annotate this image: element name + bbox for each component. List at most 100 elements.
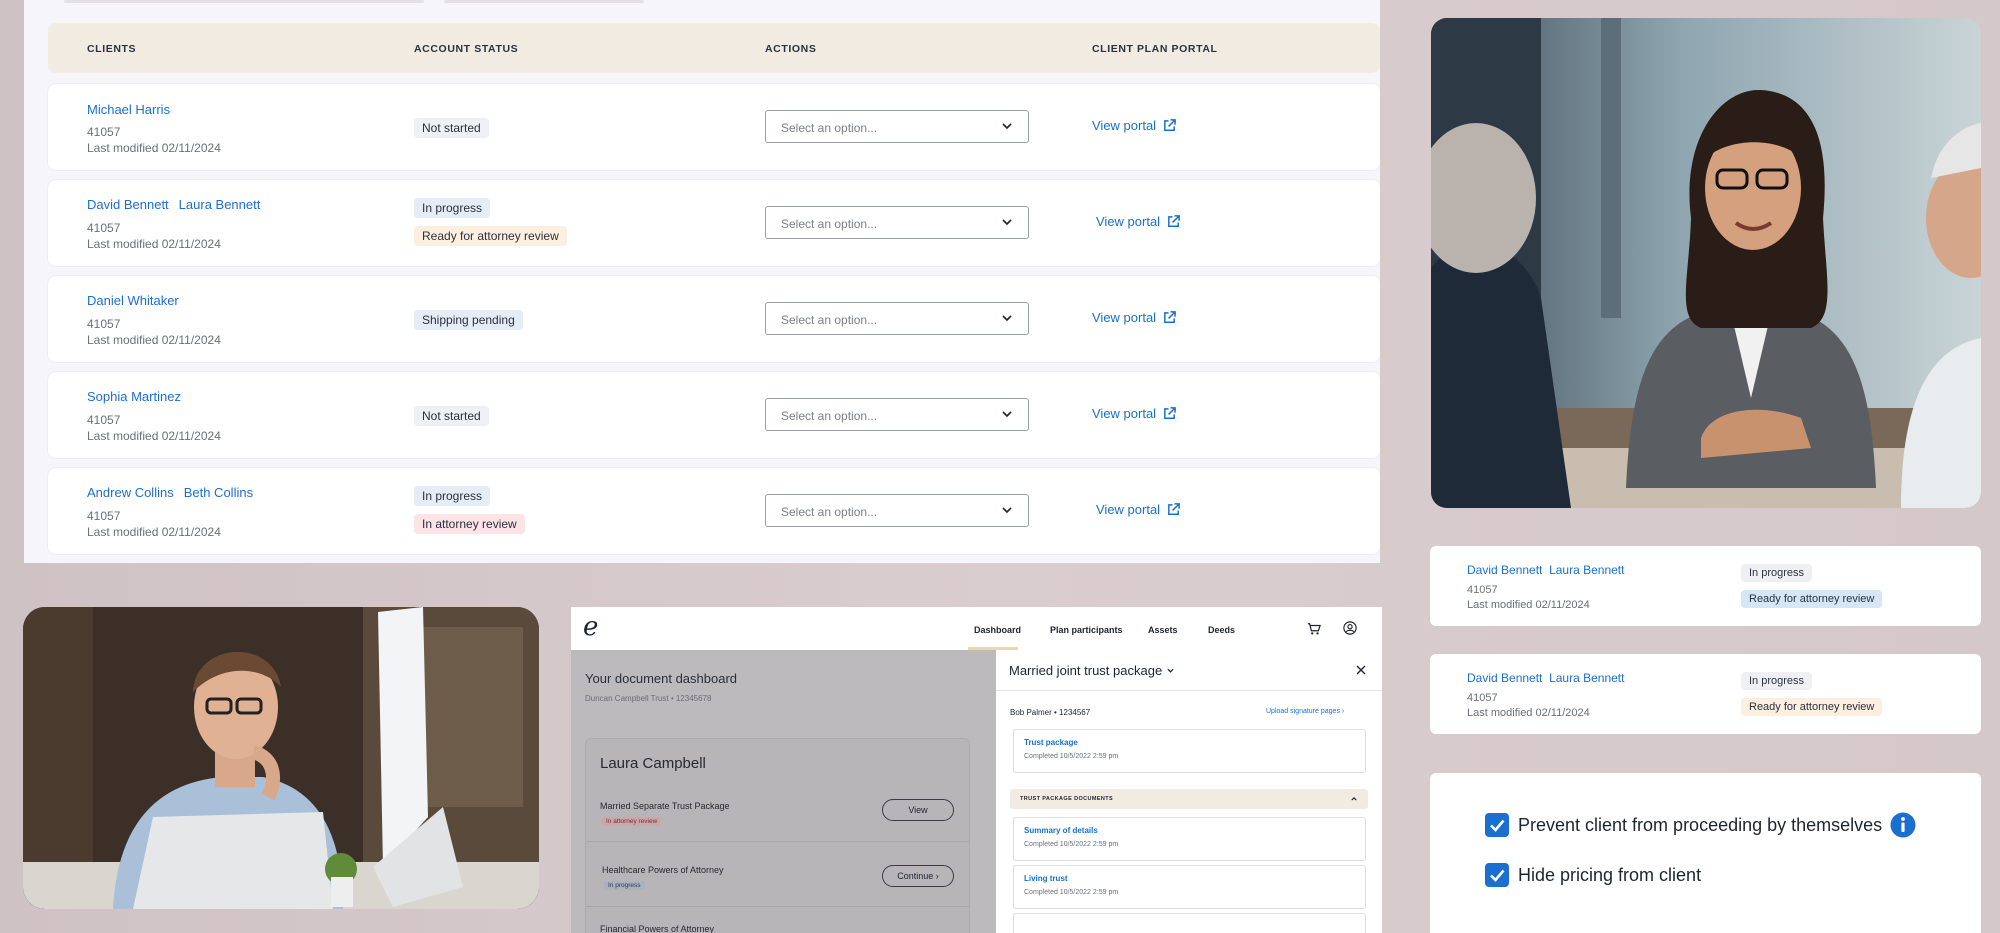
table-row: David Bennett Laura Bennett 41057 Last mo… (48, 180, 1380, 266)
document-status-badge: In progress (604, 881, 645, 890)
section-header[interactable]: TRUST PACKAGE DOCUMENTS (1010, 789, 1368, 809)
divider (996, 690, 1382, 691)
view-portal-link[interactable]: View portal (1092, 406, 1177, 421)
document-dashboard: e Dashboard Plan participants Assets Dee… (571, 607, 1382, 933)
chevron-down-icon (1002, 315, 1012, 322)
document-item-name: Married Separate Trust Package (600, 801, 730, 811)
table-row: Michael Harris 41057 Last modified 02/11… (48, 84, 1380, 170)
tab-underline (64, 0, 424, 3)
view-portal-link[interactable]: View portal (1096, 214, 1181, 229)
actions-select[interactable]: Select an option... (765, 494, 1029, 527)
document-item-name: Healthcare Powers of Attorney (602, 865, 724, 875)
header-clients: CLIENTS (87, 43, 137, 55)
tab-underline (444, 0, 644, 3)
last-modified: Last modified 02/11/2024 (87, 141, 221, 155)
client-name-link[interactable]: Beth Collins (184, 485, 253, 500)
computer-user-illustration (23, 607, 539, 909)
document-link[interactable]: Living trust (1024, 874, 1068, 883)
chevron-down-icon (1002, 123, 1012, 130)
dashboard-subtitle: Duncan Campbell Trust • 12345678 (585, 694, 712, 703)
meeting-photo (1431, 18, 1981, 508)
drawer-title[interactable]: Married joint trust package (1009, 663, 1175, 678)
nav-dashboard[interactable]: Dashboard (974, 625, 1021, 635)
client-name-link[interactable]: Laura Bennett (1549, 671, 1624, 685)
last-modified: Last modified 02/11/2024 (1467, 599, 1590, 611)
hide-pricing-checkbox[interactable] (1485, 863, 1509, 887)
table-row: Andrew Collins Beth Collins 41057 Last mo… (48, 468, 1380, 554)
checkmark-icon (1490, 819, 1505, 832)
client-name-link[interactable]: Daniel Whitaker (87, 293, 179, 308)
status-badge: In progress (414, 198, 491, 218)
external-link-icon (1168, 215, 1180, 227)
actions-select[interactable]: Select an option... (765, 206, 1029, 239)
top-nav: e Dashboard Plan participants Assets Dee… (571, 607, 1382, 651)
client-name-link[interactable]: David Bennett (1467, 671, 1542, 685)
actions-select[interactable]: Select an option... (765, 302, 1029, 335)
client-id: 41057 (87, 317, 121, 331)
document-card: Trust package Completed 10/5/2022 2:59 p… (1013, 729, 1366, 773)
client-names: Michael Harris (87, 102, 180, 117)
status-badge: Not started (414, 118, 489, 138)
header-actions: ACTIONS (765, 43, 817, 55)
cart-icon[interactable] (1307, 622, 1321, 636)
document-link[interactable]: Trust package (1024, 738, 1078, 747)
nav-deeds[interactable]: Deeds (1208, 625, 1235, 635)
prevent-proceeding-label: Prevent client from proceeding by themse… (1518, 815, 1883, 835)
checkmark-icon (1490, 869, 1505, 882)
client-name-link[interactable]: Laura Bennett (1549, 563, 1624, 577)
last-modified: Last modified 02/11/2024 (87, 333, 221, 347)
external-link-icon (1164, 311, 1176, 323)
client-id: 41057 (87, 509, 121, 523)
participant-label: Bob Palmer • 1234567 (1010, 708, 1091, 717)
external-link-icon (1168, 503, 1180, 515)
package-drawer: Married joint trust package Bob Palmer •… (996, 650, 1382, 933)
client-names: Andrew Collins Beth Collins (87, 485, 263, 500)
status-badge: Ready for attorney review (414, 226, 567, 246)
meeting-illustration (1431, 18, 1981, 508)
prevent-proceeding-checkbox[interactable] (1485, 813, 1509, 837)
status-badge: In progress (1741, 672, 1813, 690)
account-icon[interactable] (1343, 621, 1357, 635)
view-portal-link[interactable]: View portal (1092, 310, 1177, 325)
upload-signature-link[interactable]: Upload signature pages › (1266, 708, 1344, 715)
view-portal-link[interactable]: View portal (1092, 118, 1177, 133)
client-name-link[interactable]: Laura Bennett (179, 197, 261, 212)
actions-select[interactable]: Select an option... (765, 398, 1029, 431)
info-icon[interactable] (1890, 812, 1916, 838)
document-card: Summary of details Completed 10/5/2022 2… (1013, 817, 1366, 861)
client-name-link[interactable]: David Bennett (87, 197, 169, 212)
view-portal-link[interactable]: View portal (1096, 502, 1181, 517)
document-link[interactable]: Summary of details (1024, 826, 1098, 835)
client-names: Sophia Martinez (87, 389, 191, 404)
client-name: Laura Campbell (600, 755, 706, 772)
client-name-link[interactable]: Michael Harris (87, 102, 170, 117)
close-icon[interactable] (1356, 665, 1366, 675)
chevron-up-icon (1351, 797, 1357, 801)
client-id: 41057 (87, 221, 121, 235)
nav-plan-participants[interactable]: Plan participants (1050, 625, 1123, 635)
actions-select[interactable]: Select an option... (765, 110, 1029, 143)
view-button[interactable]: View (882, 799, 954, 821)
client-name-link[interactable]: Sophia Martinez (87, 389, 181, 404)
last-modified: Last modified 02/11/2024 (87, 525, 221, 539)
document-completed: Completed 10/5/2022 2:59 pm (1024, 841, 1119, 848)
client-settings-panel: Prevent client from proceeding by themse… (1430, 773, 1981, 933)
client-status-card: David Bennett Laura Bennett 41057 Last m… (1430, 654, 1981, 734)
document-completed: Completed 10/5/2022 2:59 pm (1024, 889, 1119, 896)
continue-button[interactable]: Continue › (882, 865, 954, 887)
chevron-down-icon (1002, 507, 1012, 514)
client-card: Laura Campbell Married Separate Trust Pa… (585, 738, 970, 933)
client-name-link[interactable]: David Bennett (1467, 563, 1542, 577)
client-id: 41057 (1467, 692, 1498, 704)
chevron-down-icon (1002, 219, 1012, 226)
document-item-name: Financial Powers of Attorney (600, 924, 715, 933)
client-id: 41057 (1467, 584, 1498, 596)
client-id: 41057 (87, 413, 121, 427)
client-name-link[interactable]: Andrew Collins (87, 485, 174, 500)
table-row: Daniel Whitaker 41057 Last modified 02/1… (48, 276, 1380, 362)
status-badge: In progress (414, 486, 491, 506)
nav-assets[interactable]: Assets (1148, 625, 1178, 635)
status-badge: Shipping pending (414, 310, 523, 330)
status-badge: In attorney review (414, 514, 525, 534)
document-card (1013, 913, 1366, 933)
